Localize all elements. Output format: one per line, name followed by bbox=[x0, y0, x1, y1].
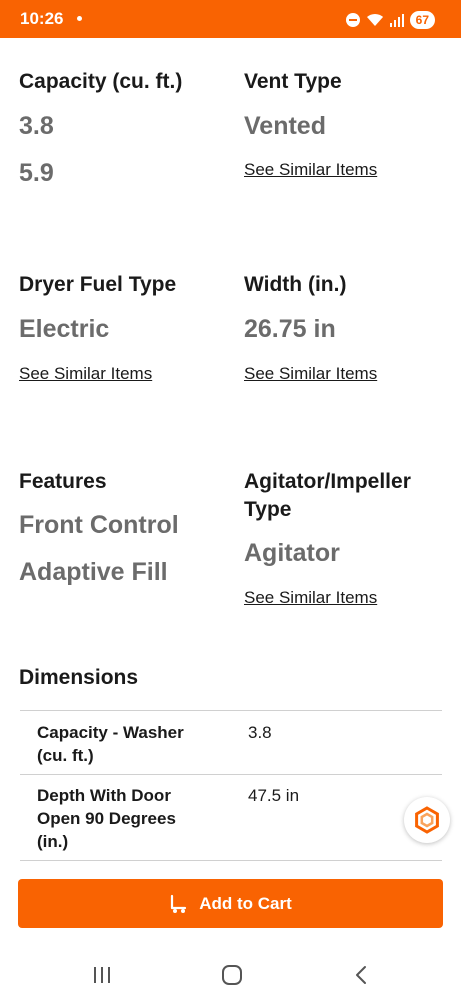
see-similar-items-link[interactable]: See Similar Items bbox=[244, 364, 377, 384]
spec-dryer-fuel-type: Dryer Fuel Type bbox=[19, 271, 239, 299]
spec-value: Adaptive Fill bbox=[19, 558, 168, 586]
label-line: (in.) bbox=[37, 832, 69, 851]
dimensions-heading: Dimensions bbox=[19, 666, 139, 689]
see-similar-items-link[interactable]: See Similar Items bbox=[244, 160, 377, 180]
spec-title-line1: Agitator/Impeller bbox=[244, 470, 411, 493]
spec-value: 5.9 bbox=[19, 159, 54, 187]
label-line: Capacity - Washer bbox=[37, 723, 184, 742]
home-icon[interactable] bbox=[212, 960, 252, 990]
spec-capacity: Capacity (cu. ft.) bbox=[19, 68, 229, 96]
spec-title: Dryer Fuel Type bbox=[19, 273, 177, 296]
spec-title: Features bbox=[19, 470, 107, 493]
back-icon[interactable] bbox=[341, 960, 381, 990]
wifi-icon bbox=[366, 13, 384, 27]
label-line: (cu. ft.) bbox=[37, 746, 94, 765]
spec-value: Electric bbox=[19, 315, 110, 343]
add-to-cart-button[interactable]: Add to Cart bbox=[18, 879, 443, 928]
table-divider bbox=[20, 860, 442, 861]
spec-title-line2: Type bbox=[244, 498, 292, 521]
spec-agitator-type: Agitator/Impeller Type bbox=[244, 468, 449, 524]
status-time: 10:26 bbox=[20, 9, 64, 28]
spec-title: Capacity (cu. ft.) bbox=[19, 70, 183, 93]
assistant-chat-button[interactable] bbox=[404, 797, 450, 843]
dimension-label: Depth With Door Open 90 Degrees (in.) bbox=[37, 784, 217, 853]
bottom-bar: Add to Cart bbox=[0, 862, 461, 1000]
label-line: Depth With Door bbox=[37, 786, 171, 805]
spec-value: 3.8 bbox=[19, 112, 54, 140]
dimension-label: Capacity - Washer (cu. ft.) bbox=[37, 721, 217, 767]
table-divider bbox=[20, 710, 442, 711]
spec-vent-type: Vent Type bbox=[244, 68, 444, 96]
see-similar-items-link[interactable]: See Similar Items bbox=[19, 364, 152, 384]
do-not-disturb-icon bbox=[345, 13, 360, 27]
dimension-value: 3.8 bbox=[248, 723, 272, 742]
spec-width: Width (in.) bbox=[244, 271, 444, 299]
spec-title: Vent Type bbox=[244, 70, 342, 93]
dolly-cart-icon bbox=[171, 894, 187, 913]
notification-dot-icon bbox=[77, 16, 82, 21]
signal-icon bbox=[389, 13, 404, 27]
spec-value: Agitator bbox=[244, 539, 340, 567]
status-icons: 67 bbox=[345, 9, 435, 31]
dimension-value: 47.5 in bbox=[248, 786, 300, 805]
recent-apps-icon[interactable] bbox=[82, 960, 122, 990]
spec-value: 26.75 in bbox=[244, 315, 336, 343]
status-bar: 10:26 67 bbox=[0, 0, 461, 38]
spec-value: Vented bbox=[244, 112, 326, 140]
system-navigation-bar bbox=[0, 960, 461, 990]
see-similar-items-link[interactable]: See Similar Items bbox=[244, 588, 377, 608]
hexagon-icon bbox=[415, 806, 439, 834]
spec-title: Width (in.) bbox=[244, 273, 347, 296]
battery-indicator: 67 bbox=[409, 11, 435, 29]
label-line: Open 90 Degrees bbox=[37, 809, 176, 828]
spec-value: Front Control bbox=[19, 511, 179, 539]
spec-features: Features bbox=[19, 468, 229, 496]
add-to-cart-label: Add to Cart bbox=[199, 893, 292, 913]
table-divider bbox=[20, 774, 442, 775]
